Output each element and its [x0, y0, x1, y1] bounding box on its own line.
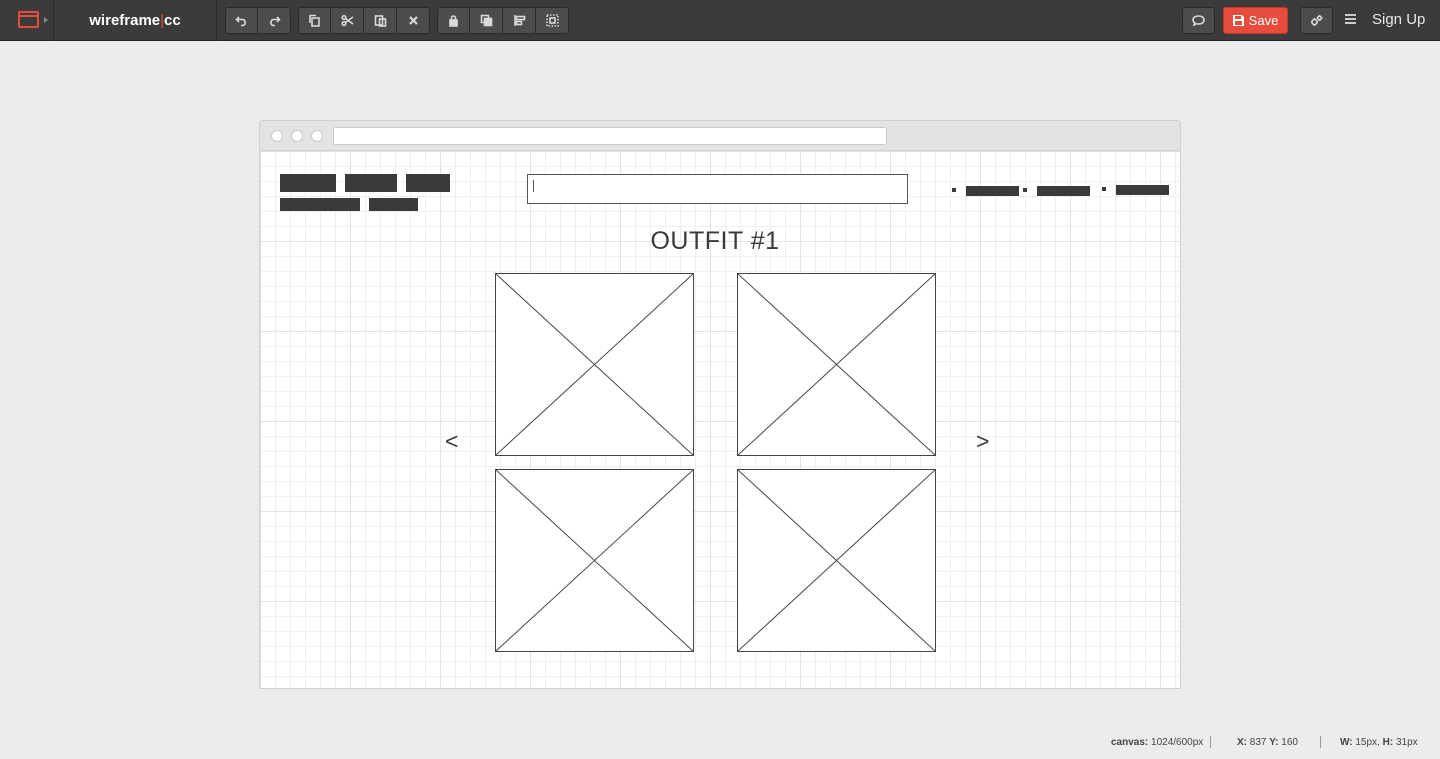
group-icon: [545, 14, 559, 27]
x-value: 837: [1249, 737, 1267, 748]
app-menu-button[interactable]: [0, 0, 54, 41]
h-label: H:: [1382, 737, 1394, 748]
brand-left: wireframe: [89, 12, 161, 29]
undo-button[interactable]: [225, 7, 258, 34]
bullet-marker: [1102, 187, 1106, 191]
arrange-icon: [480, 14, 492, 27]
image-placeholder[interactable]: [737, 469, 936, 652]
clipboard-button-group: [298, 7, 430, 34]
nav-block[interactable]: [369, 198, 418, 211]
frame-logo-icon: [18, 11, 39, 28]
image-placeholder[interactable]: [737, 273, 936, 456]
url-bar: [333, 127, 887, 145]
lock-button[interactable]: [437, 7, 470, 34]
bullet-marker: [1023, 188, 1027, 192]
status-divider: [1210, 736, 1211, 748]
nav-block[interactable]: [406, 174, 450, 192]
y-value: 160: [1281, 737, 1298, 748]
window-dot: [311, 130, 323, 142]
settings-button-group: [1300, 7, 1333, 34]
hamburger-menu-icon[interactable]: [1343, 12, 1359, 28]
text-caret: [533, 180, 534, 192]
top-toolbar: wireframe|cc Save Sign Up: [0, 0, 1440, 41]
sign-up-link[interactable]: Sign Up: [1372, 0, 1425, 41]
y-label: Y:: [1269, 737, 1279, 748]
cursor-position-status: X: 837 Y: 160: [1237, 737, 1298, 748]
copy-button[interactable]: [298, 7, 331, 34]
x-label: X:: [1237, 737, 1247, 748]
window-dot: [271, 130, 283, 142]
nav-block[interactable]: [345, 174, 397, 192]
next-arrow[interactable]: >: [976, 428, 989, 455]
comment-button[interactable]: [1182, 7, 1215, 34]
nav-link-block[interactable]: [1037, 186, 1090, 196]
redo-icon: [269, 16, 281, 27]
history-button-group: [225, 7, 291, 34]
brand-right: cc: [164, 12, 181, 29]
nav-block[interactable]: [280, 198, 360, 211]
group-button[interactable]: [536, 7, 569, 34]
floppy-disk-icon: [1232, 15, 1244, 26]
delete-icon: [408, 16, 418, 25]
nav-link-block[interactable]: [966, 186, 1019, 196]
cut-button[interactable]: [331, 7, 364, 34]
canvas-size-status: canvas: 1024/600px: [1111, 737, 1203, 748]
w-value: 15px,: [1355, 737, 1380, 748]
window-dot: [291, 130, 303, 142]
redo-button[interactable]: [258, 7, 291, 34]
comment-icon: [1192, 15, 1205, 27]
h-value: 31px: [1395, 737, 1418, 748]
align-button[interactable]: [503, 7, 536, 34]
save-button[interactable]: Save: [1223, 7, 1288, 34]
canvas-size-label: canvas:: [1111, 737, 1149, 748]
prev-arrow[interactable]: <: [445, 428, 458, 455]
brand-logo[interactable]: wireframe|cc: [54, 0, 217, 41]
settings-icon: [1311, 15, 1323, 26]
settings-button[interactable]: [1300, 7, 1333, 34]
nav-link-block[interactable]: [1116, 185, 1169, 195]
nav-block[interactable]: [280, 174, 336, 192]
delete-button[interactable]: [397, 7, 430, 34]
status-divider: [1320, 736, 1321, 748]
paste-icon: [374, 15, 386, 27]
align-icon: [513, 15, 525, 26]
paste-button[interactable]: [364, 7, 397, 34]
cut-icon: [340, 14, 353, 27]
canvas-size-value: 1024/600px: [1151, 737, 1204, 748]
selection-size-status: W: 15px, H: 31px: [1340, 737, 1418, 748]
image-placeholder[interactable]: [495, 469, 694, 652]
outfit-title[interactable]: OUTFIT #1: [600, 227, 830, 256]
browser-chrome: [260, 121, 1180, 151]
arrange-button-group: [437, 7, 569, 34]
lock-icon: [449, 15, 458, 27]
undo-icon: [235, 16, 246, 27]
comment-button-group: [1182, 7, 1215, 34]
arrange-button[interactable]: [470, 7, 503, 34]
save-label: Save: [1248, 13, 1279, 28]
w-label: W:: [1340, 737, 1353, 748]
browser-frame-element[interactable]: OUTFIT #1 < >: [259, 120, 1181, 689]
copy-icon: [309, 14, 320, 27]
image-placeholder[interactable]: [495, 273, 694, 456]
search-input-element[interactable]: [527, 174, 908, 204]
caret-right-icon: [44, 17, 48, 23]
bullet-marker: [952, 188, 956, 192]
